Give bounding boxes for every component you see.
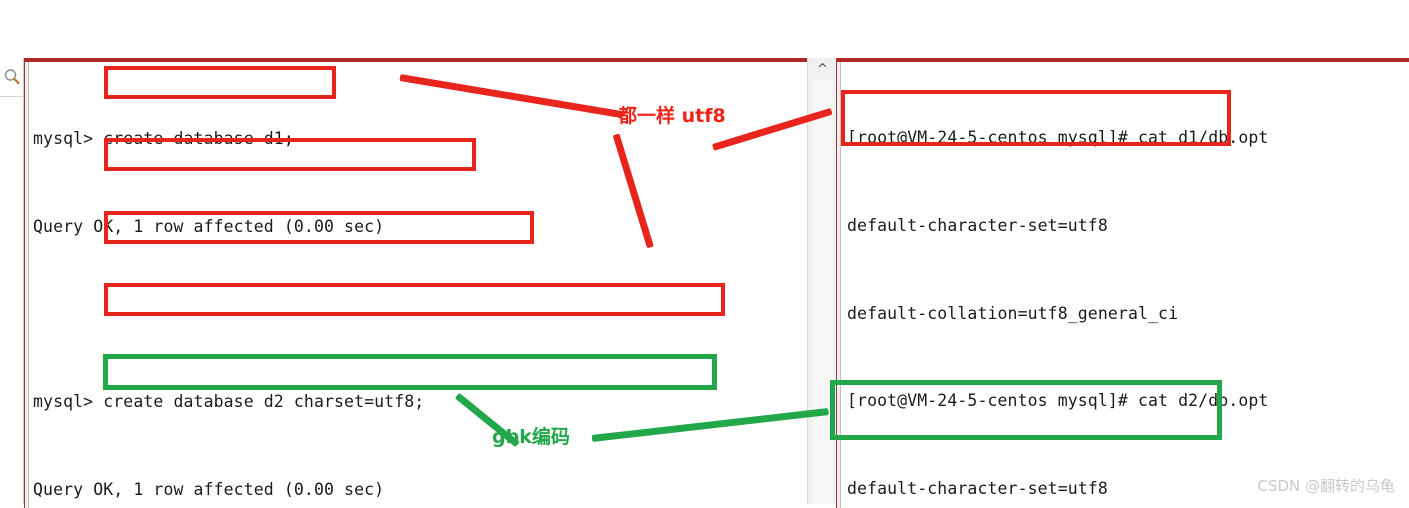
terminal-line: Query OK, 1 row affected (0.00 sec) <box>33 217 385 236</box>
watermark: CSDN @翻转的乌龟 <box>1257 477 1395 495</box>
terminal-line: default-collation=utf8_general_ci <box>847 303 1179 323</box>
terminal-scrollbar[interactable]: ^ <box>807 58 837 504</box>
screenshot-root: mysql> create database d1; Query OK, 1 r… <box>0 0 1409 508</box>
terminal-line: Query OK, 1 row affected (0.00 sec) <box>33 479 385 499</box>
terminal-line: mysql> create database d1; <box>33 129 294 149</box>
terminal-line: [root@VM-24-5-centos mysql]# cat d1/db.o… <box>847 128 1269 148</box>
scroll-up-arrow-icon[interactable]: ^ <box>808 58 837 80</box>
shell-terminal-panel[interactable]: [root@VM-24-5-centos mysql]# cat d1/db.o… <box>836 58 1409 508</box>
terminal-line: default-character-set=utf8 <box>847 216 1108 235</box>
rail-divider <box>0 96 23 97</box>
left-tool-rail <box>0 58 24 504</box>
mysql-terminal-output: mysql> create database d1; Query OK, 1 r… <box>33 66 807 508</box>
shell-terminal-output: [root@VM-24-5-centos mysql]# cat d1/db.o… <box>847 65 1409 508</box>
terminal-line: [root@VM-24-5-centos mysql]# cat d2/db.o… <box>847 391 1269 411</box>
scrollbar-track[interactable] <box>812 80 833 504</box>
annotation-label-gbk: gbk编码 <box>492 426 570 448</box>
annotation-label-utf8: 都一样 utf8 <box>618 105 726 127</box>
search-icon[interactable] <box>3 68 21 86</box>
terminal-line: mysql> create database d2 charset=utf8; <box>33 392 425 412</box>
panel-left-edge <box>24 62 29 508</box>
panel-right-edge <box>836 62 841 508</box>
